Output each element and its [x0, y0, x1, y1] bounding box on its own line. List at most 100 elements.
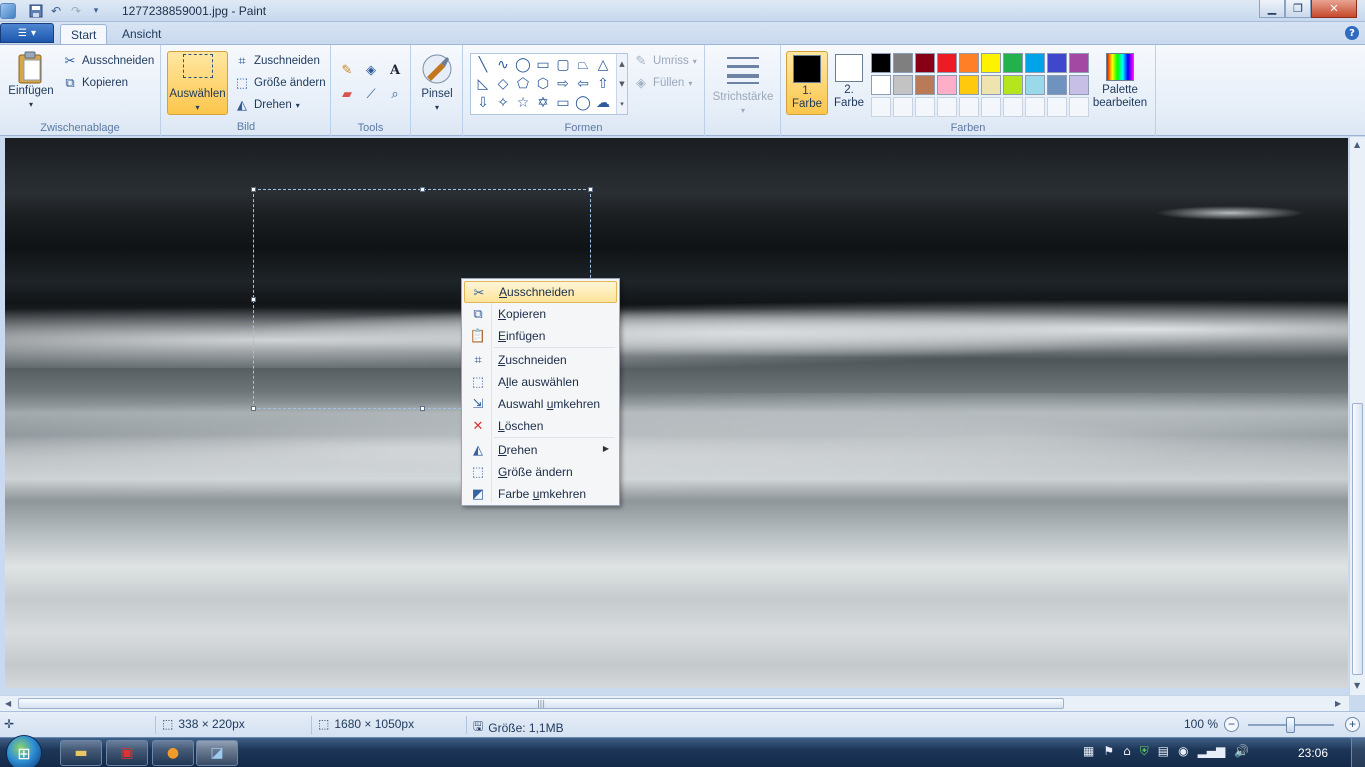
taskbar-explorer[interactable]: ▬: [60, 740, 102, 766]
five-point-star-shape-icon[interactable]: ☆: [513, 93, 533, 112]
pentagon-shape-icon[interactable]: ⬠: [513, 74, 533, 93]
palette-swatch[interactable]: [893, 75, 913, 95]
selection-handle[interactable]: [251, 406, 256, 411]
expand-gallery-icon[interactable]: ▾: [620, 100, 624, 108]
context-menu-item[interactable]: ◭ Drehen ▶: [464, 439, 617, 461]
close-button[interactable]: ✕: [1311, 0, 1357, 18]
selection-handle[interactable]: [420, 406, 425, 411]
tray-steam-icon[interactable]: ◉: [1178, 744, 1188, 759]
paste-button[interactable]: Einfügen ▾: [6, 51, 56, 111]
volume-icon[interactable]: 🔊: [1234, 744, 1249, 759]
rotate-button[interactable]: ◭ Drehen ▾: [234, 95, 300, 115]
start-button[interactable]: ⊞: [6, 735, 42, 767]
palette-swatch[interactable]: [1047, 53, 1067, 73]
palette-swatch[interactable]: [893, 53, 913, 73]
context-menu-item[interactable]: ⧉ Kopieren: [464, 303, 617, 325]
context-menu-item[interactable]: ⇲ Auswahl umkehren: [464, 393, 617, 415]
left-arrow-shape-icon[interactable]: ⇦: [573, 74, 593, 93]
down-arrow-shape-icon[interactable]: ⇩: [473, 93, 493, 112]
paint-menu-button[interactable]: ☰ ▾: [0, 23, 54, 43]
scroll-up-icon[interactable]: ▲: [619, 60, 624, 68]
taskbar-firefox[interactable]: ●: [152, 740, 194, 766]
selection-handle[interactable]: [420, 187, 425, 192]
taskbar-paint[interactable]: ◪: [196, 740, 238, 766]
scroll-up-icon[interactable]: ▲: [1354, 140, 1360, 149]
resize-button[interactable]: ⬚ Größe ändern: [234, 73, 326, 93]
color1-button[interactable]: 1. Farbe: [786, 51, 828, 115]
right-arrow-shape-icon[interactable]: ⇨: [553, 74, 573, 93]
palette-custom-slot[interactable]: [1003, 97, 1023, 117]
save-icon[interactable]: [28, 3, 44, 19]
context-menu-item[interactable]: ⬚ Größe ändern: [464, 461, 617, 483]
palette-swatch[interactable]: [1047, 75, 1067, 95]
magnifier-icon[interactable]: ⌕: [384, 83, 406, 105]
oval-callout-shape-icon[interactable]: ◯: [573, 93, 593, 112]
tray-action-center-icon[interactable]: ⚑: [1103, 744, 1114, 759]
cloud-callout-shape-icon[interactable]: ☁: [593, 93, 613, 112]
color2-button[interactable]: 2. Farbe: [828, 51, 870, 115]
cut-button[interactable]: ✂ Ausschneiden: [62, 51, 155, 71]
scroll-down-icon[interactable]: ▼: [1354, 681, 1360, 690]
selection-handle[interactable]: [251, 187, 256, 192]
shapes-scroll[interactable]: ▲ ▼ ▾: [616, 54, 627, 114]
customize-qat-icon[interactable]: ▾: [88, 3, 104, 19]
scroll-left-icon[interactable]: ◀: [5, 699, 11, 708]
palette-swatch[interactable]: [937, 75, 957, 95]
tray-app-icon[interactable]: ▦: [1083, 744, 1094, 759]
context-menu-item[interactable]: ◩ Farbe umkehren: [464, 483, 617, 505]
tab-ansicht[interactable]: Ansicht: [112, 24, 171, 44]
up-arrow-shape-icon[interactable]: ⇧: [593, 74, 613, 93]
palette-swatch[interactable]: [937, 53, 957, 73]
line-shape-icon[interactable]: ╲: [473, 55, 493, 74]
context-menu-item[interactable]: ✕ Löschen: [464, 415, 617, 437]
palette-custom-slot[interactable]: [981, 97, 1001, 117]
horizontal-scrollbar[interactable]: ◀ ||| ▶: [0, 695, 1349, 711]
context-menu-item[interactable]: 📋 Einfügen: [464, 325, 617, 347]
rounded-rectangle-shape-icon[interactable]: ▢: [553, 55, 573, 74]
palette-swatch[interactable]: [1003, 75, 1023, 95]
undo-icon[interactable]: ↶: [48, 3, 64, 19]
show-desktop-button[interactable]: [1351, 738, 1365, 767]
palette-swatch[interactable]: [959, 53, 979, 73]
paint-app-icon[interactable]: [0, 3, 16, 19]
diamond-shape-icon[interactable]: ◇: [493, 74, 513, 93]
four-point-star-shape-icon[interactable]: ✧: [493, 93, 513, 112]
select-button-content[interactable]: Auswählen ▾: [167, 54, 228, 114]
triangle-shape-icon[interactable]: △: [593, 55, 613, 74]
rect-callout-shape-icon[interactable]: ▭: [553, 93, 573, 112]
palette-custom-slot[interactable]: [893, 97, 913, 117]
curve-shape-icon[interactable]: ∿: [493, 55, 513, 74]
network-signal-icon[interactable]: ▂▄▆: [1198, 744, 1226, 759]
rectangle-shape-icon[interactable]: ▭: [533, 55, 553, 74]
palette-swatch[interactable]: [1025, 53, 1045, 73]
palette-custom-slot[interactable]: [1047, 97, 1067, 117]
palette-swatch[interactable]: [981, 53, 1001, 73]
oval-shape-icon[interactable]: ◯: [513, 55, 533, 74]
brush-button[interactable]: Pinsel ▾: [414, 53, 460, 114]
context-menu-item[interactable]: ⬚ Alle auswählen: [464, 371, 617, 393]
selection-handle[interactable]: [588, 187, 593, 192]
tray-security-icon[interactable]: ⛨: [1140, 744, 1149, 759]
edit-colors-button[interactable]: Palette bearbeiten: [1090, 53, 1150, 110]
minimize-button[interactable]: ▁: [1259, 0, 1285, 18]
vertical-scrollbar[interactable]: ▲ ▼: [1349, 137, 1365, 695]
color-picker-icon[interactable]: ⟋: [360, 83, 382, 105]
palette-custom-slot[interactable]: [1025, 97, 1045, 117]
copy-button[interactable]: ⧉ Kopieren: [62, 73, 128, 93]
crop-button[interactable]: ⌗ Zuschneiden: [234, 51, 320, 71]
scroll-right-icon[interactable]: ▶: [1335, 699, 1341, 708]
palette-custom-slot[interactable]: [871, 97, 891, 117]
six-point-star-shape-icon[interactable]: ✡: [533, 93, 553, 112]
tray-network-share-icon[interactable]: ⌂: [1123, 744, 1131, 759]
eraser-icon[interactable]: ▰: [336, 83, 358, 105]
polygon-shape-icon[interactable]: ⏢: [573, 55, 593, 74]
redo-icon[interactable]: ↷: [68, 3, 84, 19]
palette-swatch[interactable]: [1025, 75, 1045, 95]
context-menu-item[interactable]: ✂ Ausschneiden: [464, 281, 617, 303]
palette-swatch[interactable]: [915, 53, 935, 73]
fill-bucket-icon[interactable]: ◈: [360, 59, 382, 81]
taskbar-pdf[interactable]: ▣: [106, 740, 148, 766]
clock[interactable]: 23:06: [1298, 746, 1328, 760]
image-canvas[interactable]: [5, 138, 1348, 688]
palette-custom-slot[interactable]: [1069, 97, 1089, 117]
